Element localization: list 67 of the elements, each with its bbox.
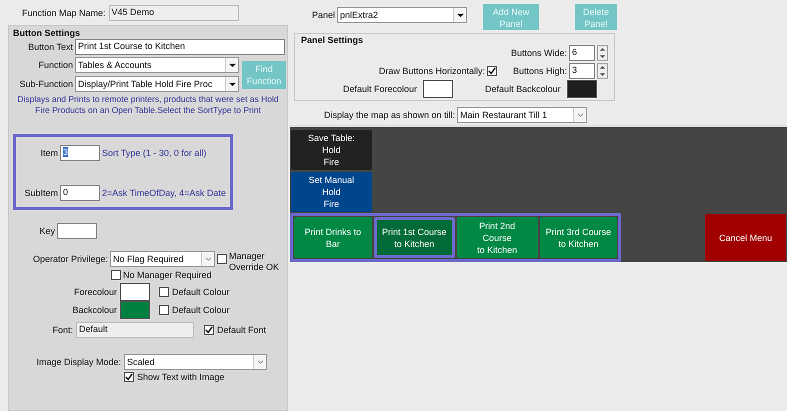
field-label: Buttons Wide: — [510, 48, 567, 58]
field-label: Function Map Name: — [22, 8, 106, 18]
menu-button[interactable]: Cancel Menu — [705, 214, 786, 261]
field-label: Default Forecolour — [343, 84, 418, 94]
field-label: Buttons High: — [512, 66, 567, 76]
field-label: Image Display Mode: — [35, 357, 121, 367]
operator-privilege-dropdown[interactable]: No Flag Required — [110, 251, 215, 267]
dropdown-arrow-icon — [228, 62, 236, 68]
subitem-field[interactable]: 0 — [60, 185, 100, 201]
field-hint: Sort Type (1 - 30, 0 for all) — [102, 148, 206, 158]
dropdown-arrow-icon — [228, 82, 236, 86]
default-colour-checkbox[interactable] — [159, 305, 169, 315]
colour-swatch[interactable] — [120, 283, 150, 301]
field-label: Backcolour — [71, 305, 117, 315]
default-colour-checkbox[interactable] — [159, 287, 169, 297]
checkbox-label: Show Text with Image — [137, 372, 224, 382]
function-description: Displays and Prints to remote printers, products that were set as Hold Fire Products on an Open Table.Select the SortType to Print — [16, 94, 280, 116]
checkbox-label: Manager Override OK — [229, 251, 280, 273]
menu-button[interactable]: Print 3rd Course to Kitchen — [540, 217, 618, 258]
field-label: Panel — [312, 10, 336, 20]
map-name-field[interactable]: V45 Demo — [108, 4, 239, 20]
field-label: Forecolour — [72, 287, 117, 297]
field-label: Key — [38, 226, 55, 236]
menu-button[interactable]: Print 2nd Course to Kitchen — [456, 217, 538, 258]
image-mode-dropdown[interactable]: Scaled — [124, 354, 267, 370]
buttons-high-field[interactable]: 3 — [569, 63, 595, 79]
no-manager-checkbox[interactable] — [111, 270, 121, 280]
group-title: Button Settings — [13, 28, 80, 38]
menu-button[interactable]: Print 1st Course to Kitchen — [374, 217, 455, 258]
field-label: Button Text — [27, 42, 73, 52]
button-text-field[interactable]: Print 1st Course to Kitchen — [75, 39, 285, 55]
checkbox-label: Default Colour — [172, 287, 230, 297]
default-font-checkbox[interactable] — [204, 325, 214, 335]
field-label: Item — [39, 148, 58, 158]
checkbox-label: Default Font — [217, 325, 266, 335]
field-label: Operator Privilege: — [32, 254, 108, 264]
show-text-checkbox[interactable] — [124, 372, 134, 382]
manager-override-checkbox[interactable] — [217, 254, 227, 264]
field-label: Default Backcolour — [485, 84, 561, 94]
font-field[interactable]: Default — [76, 322, 194, 338]
colour-swatch[interactable] — [423, 80, 454, 98]
checkbox-label: Default Colour — [172, 305, 230, 315]
spinner-arrows-icon[interactable] — [597, 45, 608, 61]
field-label: Function — [37, 60, 73, 70]
field-label: Font: — [51, 325, 73, 335]
field-label: Draw Buttons Horizontally: — [378, 66, 485, 76]
group-title: Panel Settings — [301, 35, 364, 45]
display-map-dropdown[interactable]: Main Restaurant Till 1 — [457, 107, 588, 123]
spinner-arrows-icon[interactable] — [597, 63, 608, 79]
menu-button[interactable]: Save Table: Hold Fire — [291, 130, 372, 170]
colour-swatch[interactable] — [566, 80, 597, 98]
function-dropdown[interactable]: Tables & Accounts — [75, 57, 239, 73]
menu-button[interactable]: Set Manual Hold Fire — [291, 172, 372, 212]
checkbox-label: No Manager Required — [123, 270, 212, 280]
menu-button[interactable]: Print Drinks to Bar — [294, 217, 372, 258]
draw-horizontally-checkbox[interactable] — [486, 66, 497, 76]
sub-function-dropdown[interactable]: Display/Print Table Hold Fire Proc — [75, 76, 239, 92]
field-hint: 2=Ask TimeOfDay, 4=Ask Date — [102, 188, 226, 198]
item-field[interactable]: 3 — [60, 145, 100, 161]
colour-swatch[interactable] — [120, 301, 150, 319]
dropdown-arrow-icon — [456, 12, 464, 18]
key-field[interactable] — [57, 223, 97, 239]
field-label: SubItem — [23, 188, 58, 198]
field-label: Sub-Function — [18, 79, 73, 89]
panel-dropdown[interactable]: pnlExtra2 — [337, 7, 468, 23]
buttons-wide-field[interactable]: 6 — [569, 45, 595, 61]
field-label: Display the map as shown on till: — [324, 110, 456, 120]
